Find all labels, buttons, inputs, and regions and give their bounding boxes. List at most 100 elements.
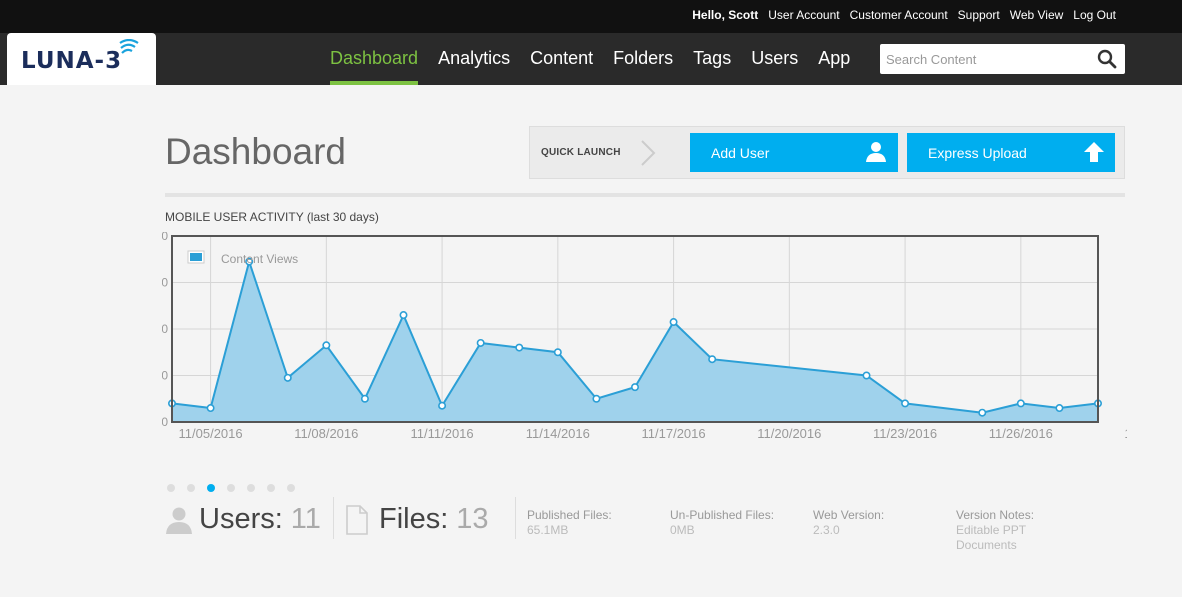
data-point [283,373,292,382]
customer-account-link[interactable]: Customer Account [850,8,948,22]
carousel-dot[interactable] [167,484,175,492]
user-account-link[interactable]: User Account [768,8,839,22]
support-link[interactable]: Support [958,8,1000,22]
account-links: Hello, Scott User Account Customer Accou… [692,8,1116,22]
unpublished-files-label: Un-Published Files: [670,508,775,522]
log-out-link[interactable]: Log Out [1073,8,1116,22]
logo-text: LUNA-3 [21,48,123,74]
published-files-label: Published Files: [527,508,612,522]
main-navbar: LUNA-3 Dashboard Analytics Content Folde… [0,33,1182,85]
search-box [880,44,1125,74]
x-tick-label: 11/17/2016 [642,426,706,441]
y-tick-label: 40 [162,322,168,336]
data-point [669,318,678,327]
x-tick-label: 11/23/2016 [873,426,937,441]
unpublished-files-value: 0MB [670,523,695,537]
add-user-button[interactable]: Add User [690,133,898,172]
x-tick-label: 11/2 [1124,426,1127,441]
web-version-value: 2.3.0 [813,523,840,537]
x-tick-label: 11/11/2016 [411,426,474,441]
users-count: 11 [290,503,321,535]
x-tick-label: 11/05/2016 [179,426,243,441]
data-point [399,311,408,320]
files-count: 13 [456,503,489,535]
version-notes-value: Editable PPT Documents [956,523,1026,552]
search-input[interactable] [880,44,1090,74]
data-point [901,399,910,408]
legend-swatch [190,253,202,261]
signal-waves-icon [119,39,139,54]
chart-title: MOBILE USER ACTIVITY (last 30 days) [165,210,379,224]
add-user-label: Add User [711,144,770,161]
page-title: Dashboard [165,131,347,172]
user-icon [866,142,886,162]
quick-launch-panel: QUICK LAUNCH Add User Express Upload [529,126,1125,179]
express-upload-button[interactable]: Express Upload [907,133,1115,172]
top-bar: Hello, Scott User Account Customer Accou… [0,0,1182,33]
data-point [862,371,871,380]
y-tick-label: 20 [162,369,168,383]
data-point [360,394,369,403]
search-icon[interactable] [1097,49,1117,69]
stat-divider [333,497,334,539]
x-tick-label: 11/26/2016 [989,426,1053,441]
x-tick-label: 11/20/2016 [757,426,821,441]
chevron-right-icon [641,140,656,166]
nav-menu: Dashboard Analytics Content Folders Tags… [330,33,850,85]
version-notes-label: Version Notes: [956,508,1035,522]
data-point [476,338,485,347]
data-point [206,404,215,413]
carousel-dot[interactable] [207,484,215,492]
data-point [1016,399,1025,408]
nav-folders[interactable]: Folders [613,33,673,85]
quick-launch-label: QUICK LAUNCH [541,147,621,158]
greeting: Hello, Scott [692,8,759,22]
published-files-info: Published Files: 65.1MB [527,508,647,538]
data-point [438,401,447,410]
document-icon [346,504,368,535]
logo[interactable]: LUNA-3 [7,33,156,85]
data-point [553,348,562,357]
carousel-dot[interactable] [287,484,295,492]
carousel-dots [167,484,295,492]
carousel-dot[interactable] [247,484,255,492]
web-view-link[interactable]: Web View [1010,8,1064,22]
nav-dashboard[interactable]: Dashboard [330,33,419,85]
y-tick-label: 80 [162,232,168,243]
data-point [1055,404,1064,413]
users-label: Users: [199,503,283,535]
nav-tags[interactable]: Tags [693,33,731,85]
x-tick-label: 11/08/2016 [294,426,358,441]
activity-chart: 0 20 40 60 80 11/05/2016 11/08/2016 11/11/2016 1… [162,232,1127,441]
users-stat: Users: 11 [165,503,321,536]
nav-app[interactable]: App [818,33,850,85]
title-divider [165,193,1125,197]
version-notes-info: Version Notes: Editable PPT Documents [956,508,1066,553]
user-icon [166,507,192,534]
unpublished-files-info: Un-Published Files: 0MB [670,508,790,538]
carousel-dot[interactable] [187,484,195,492]
x-tick-label: 11/14/2016 [526,426,590,441]
nav-analytics[interactable]: Analytics [438,33,510,85]
y-tick-label: 60 [162,276,168,290]
data-point [978,408,987,417]
y-tick-label: 0 [162,415,168,429]
files-label: Files: [379,503,449,535]
nav-content[interactable]: Content [530,33,593,85]
upload-arrow-icon [1084,142,1104,162]
data-point [592,394,601,403]
express-upload-label: Express Upload [928,144,1027,161]
data-point [322,341,331,350]
carousel-dot[interactable] [227,484,235,492]
web-version-label: Web Version: [813,508,885,522]
stat-divider [515,497,516,539]
published-files-value: 65.1MB [527,523,569,537]
data-point [515,343,524,352]
legend-label: Content Views [221,252,298,266]
nav-users[interactable]: Users [751,33,798,85]
carousel-dot[interactable] [267,484,275,492]
data-point [708,355,717,364]
data-point [630,383,639,392]
web-version-info: Web Version: 2.3.0 [813,508,933,538]
files-stat: Files: 13 [345,503,489,536]
